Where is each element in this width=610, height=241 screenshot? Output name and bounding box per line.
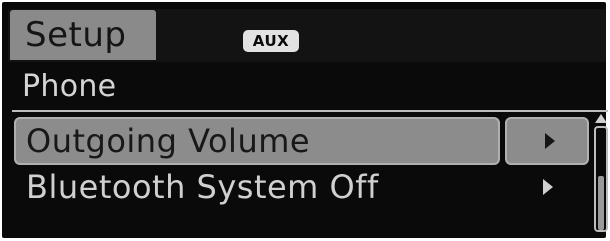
chevron-right-icon	[545, 133, 555, 149]
scrollbar[interactable]	[594, 114, 608, 232]
menu-item-label: Bluetooth System Off	[26, 168, 379, 206]
head-unit-screen: Setup AUX Phone Outgoing Volume Bluetoot…	[2, 2, 608, 238]
scroll-track[interactable]	[594, 126, 608, 232]
divider	[12, 110, 608, 112]
section-title: Phone	[22, 69, 117, 104]
menu-item-bluetooth-system-off[interactable]: Bluetooth System Off	[14, 165, 500, 213]
setup-tab[interactable]: Setup	[10, 10, 156, 60]
menu-item-label: Outgoing Volume	[26, 122, 311, 160]
chevron-right-icon	[543, 179, 553, 195]
bluetooth-system-off-arrow-button[interactable]	[505, 165, 589, 213]
aux-source-badge: AUX	[243, 30, 299, 52]
scroll-thumb[interactable]	[598, 176, 604, 230]
scroll-up-arrow-icon[interactable]	[595, 114, 607, 123]
outgoing-volume-arrow-button[interactable]	[505, 117, 589, 165]
menu-item-outgoing-volume[interactable]: Outgoing Volume	[14, 117, 500, 165]
